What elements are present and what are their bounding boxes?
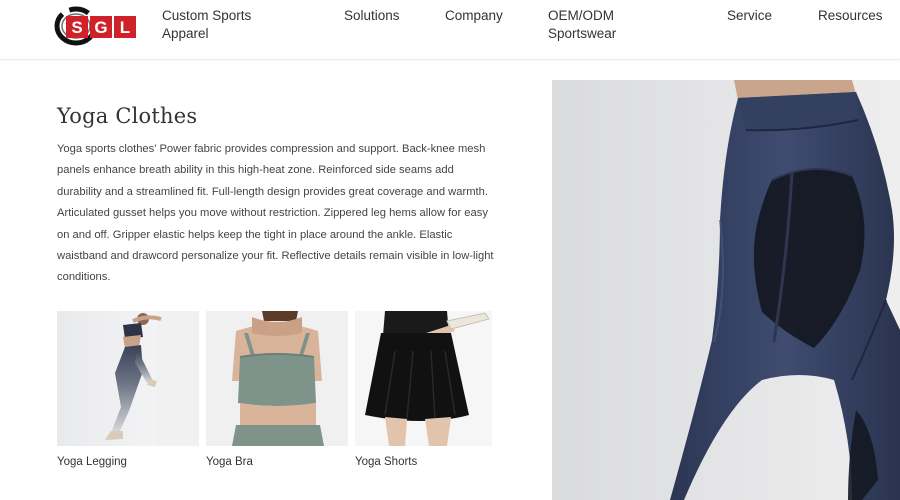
page-description: Yoga sports clothes' Power fabric provid… — [57, 143, 494, 284]
product-label-yoga-bra[interactable]: Yoga Bra — [206, 456, 348, 468]
yoga-legging-image[interactable] — [57, 311, 199, 446]
nav-custom-sports-apparel[interactable]: Custom Sports Apparel — [162, 7, 272, 43]
product-card-yoga-legging[interactable]: Yoga Legging — [57, 311, 199, 468]
page-title: Yoga Clothes — [57, 104, 198, 128]
product-label-yoga-shorts[interactable]: Yoga Shorts — [355, 456, 492, 468]
product-card-yoga-bra[interactable]: Yoga Bra — [206, 311, 348, 468]
yoga-shorts-image[interactable] — [355, 311, 492, 446]
site-header: S G L Custom Sports Apparel Solutions Co… — [0, 0, 900, 60]
brand-logo[interactable]: S G L — [54, 2, 140, 46]
svg-text:G: G — [94, 18, 107, 37]
nav-resources[interactable]: Resources — [818, 7, 883, 25]
yoga-bra-image[interactable] — [206, 311, 348, 446]
nav-oem-odm-sportswear[interactable]: OEM/ODM Sportswear — [548, 7, 638, 43]
product-label-yoga-legging[interactable]: Yoga Legging — [57, 456, 199, 468]
svg-text:L: L — [120, 18, 130, 37]
nav-service[interactable]: Service — [727, 7, 772, 25]
svg-text:S: S — [71, 18, 82, 37]
nav-solutions[interactable]: Solutions — [344, 7, 400, 25]
product-card-yoga-shorts[interactable]: Yoga Shorts — [355, 311, 492, 468]
hero-leggings-image — [552, 80, 900, 500]
nav-company[interactable]: Company — [445, 7, 503, 25]
